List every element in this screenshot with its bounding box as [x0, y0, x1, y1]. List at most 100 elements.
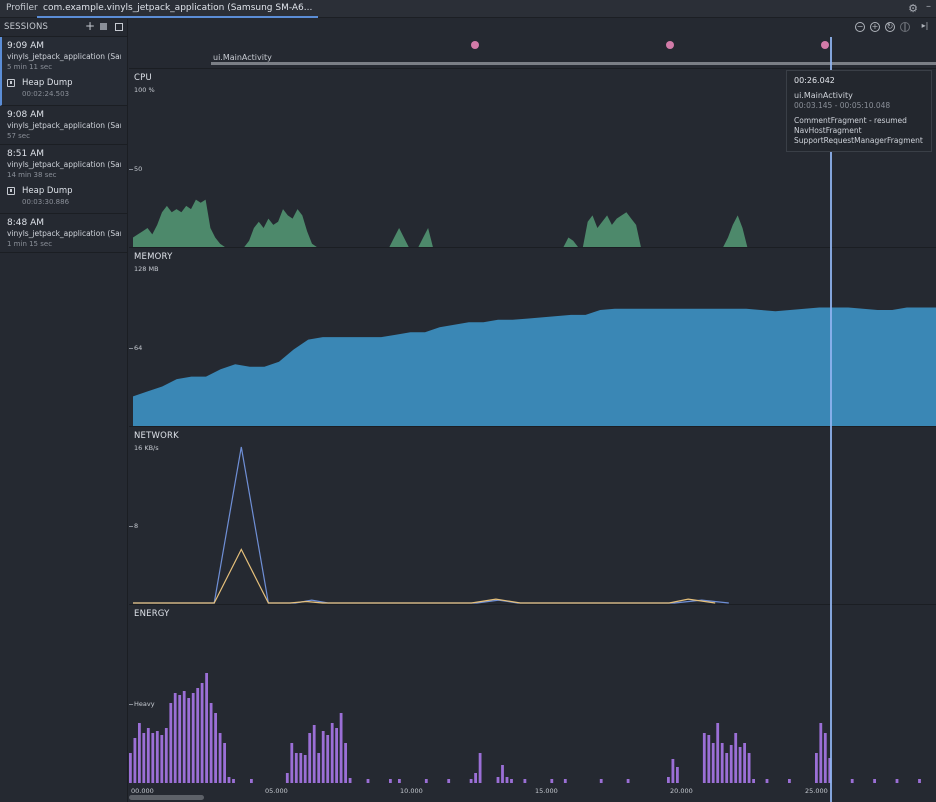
artifact-title: Heap Dump [22, 186, 73, 196]
energy-bar [312, 725, 316, 783]
energy-bar [734, 733, 738, 783]
energy-bar [164, 728, 168, 783]
energy-bar [196, 688, 200, 783]
event-marker[interactable] [471, 41, 479, 49]
energy-bar [819, 723, 823, 783]
energy-bar [308, 733, 312, 783]
energy-bar [303, 755, 307, 783]
energy-bar [707, 735, 711, 783]
session-tab[interactable]: com.example.vinyls_jetpack_application (… [37, 0, 319, 18]
energy-bar [191, 693, 195, 783]
energy-bar [133, 738, 137, 783]
pause-icon[interactable]: ‖ [900, 22, 910, 32]
activity-bar[interactable] [211, 62, 936, 65]
energy-bar [285, 773, 289, 783]
energy-bar [146, 728, 150, 783]
add-session-icon[interactable]: + [85, 20, 95, 32]
time-tick-label: 05.000 [265, 787, 288, 795]
energy-bar [469, 779, 473, 783]
session-item[interactable]: 9:08 AM vinyls_jetpack_application (Sam.… [0, 106, 127, 145]
energy-bar [823, 733, 827, 783]
energy-bar [299, 753, 303, 783]
time-tick-label: 15.000 [535, 787, 558, 795]
energy-bar [501, 765, 504, 783]
energy-bar [523, 779, 527, 783]
zoom-out-icon[interactable]: − [855, 22, 865, 32]
tooltip-fragment: CommentFragment - resumed [794, 116, 907, 125]
session-name: vinyls_jetpack_application (Sams... [7, 52, 121, 61]
network-mid-tick [129, 526, 133, 527]
memory-title: MEMORY [134, 252, 173, 262]
energy-heavy-label: Heavy [134, 700, 155, 708]
session-time: 9:09 AM [7, 41, 44, 51]
network-lane[interactable]: NETWORK 16 KB/s 8 [129, 427, 936, 605]
time-tick-label: 20.000 [670, 787, 693, 795]
event-marker[interactable] [666, 41, 674, 49]
energy-bar [725, 753, 729, 783]
energy-bar [389, 779, 392, 783]
session-time: 8:48 AM [7, 218, 44, 228]
energy-lane[interactable]: ENERGY Heavy [129, 605, 936, 785]
zoom-in-icon[interactable]: + [870, 22, 880, 32]
session-item[interactable]: 8:51 AM vinyls_jetpack_application (Sam.… [0, 145, 127, 214]
energy-bar [850, 779, 854, 783]
network-mid-label: 8 [134, 522, 139, 530]
time-tick-label: 00.000 [131, 787, 154, 795]
memory-chart [133, 307, 936, 426]
energy-bar [478, 753, 482, 783]
heap-dump-artifact[interactable]: Heap Dump 00:03:30.886 [7, 182, 121, 210]
time-tick-label: 10.000 [400, 787, 423, 795]
energy-bar [788, 779, 791, 783]
session-item[interactable]: 8:48 AM vinyls_jetpack_application (Sam.… [0, 214, 127, 253]
artifact-time: 00:03:30.886 [22, 198, 70, 206]
cpu-max-label: 100 % [134, 86, 155, 94]
network-title: NETWORK [134, 431, 179, 441]
gear-icon[interactable]: ⚙ [908, 2, 918, 15]
reset-zoom-icon[interactable]: ↻ [885, 22, 895, 32]
network-sent-line [133, 548, 716, 604]
go-live-icon[interactable]: ▸| [920, 22, 930, 32]
cpu-title: CPU [134, 73, 152, 83]
heap-dump-icon [7, 187, 15, 195]
energy-bar [330, 723, 334, 783]
energy-bar [752, 779, 755, 783]
energy-heavy-tick [129, 704, 133, 705]
energy-bar [667, 777, 670, 783]
tooltip-time: 00:26.042 [794, 76, 835, 85]
energy-bar [676, 767, 679, 783]
timeline-scrollbar[interactable] [129, 795, 204, 800]
heap-dump-artifact[interactable]: Heap Dump 00:02:24.503 [7, 74, 121, 102]
energy-bar [720, 743, 724, 783]
memory-mid-tick [129, 348, 133, 349]
session-duration: 14 min 38 sec [7, 171, 57, 179]
event-timeline: ui.MainActivity [129, 37, 936, 69]
energy-bar [151, 733, 155, 783]
session-item[interactable]: 9:09 AM vinyls_jetpack_application (Sams… [0, 37, 127, 106]
sessions-title: SESSIONS [4, 22, 49, 32]
sessions-sidebar: SESSIONS + 9:09 AM vinyls_jetpack_applic… [0, 19, 128, 802]
collapse-panel-icon[interactable] [115, 23, 123, 31]
energy-bar [918, 779, 921, 783]
network-received-line [133, 446, 729, 604]
session-name: vinyls_jetpack_application (Sam... [7, 121, 121, 130]
event-marker[interactable] [821, 41, 829, 49]
energy-bar [447, 779, 451, 783]
energy-bar [711, 743, 715, 783]
energy-bar [348, 778, 352, 783]
artifact-title: Heap Dump [22, 78, 73, 88]
minimize-icon[interactable]: – [926, 1, 931, 12]
energy-bar [218, 733, 222, 783]
timeline-tooltip: 00:26.042 ui.MainActivity 00:03.145 - 00… [786, 70, 932, 152]
energy-bar [510, 779, 513, 783]
session-duration: 1 min 15 sec [7, 240, 53, 248]
network-max-label: 16 KB/s [134, 444, 159, 452]
stop-session-icon[interactable] [100, 23, 107, 30]
time-tick-label: 25.000 [805, 787, 828, 795]
memory-max-label: 128 MB [134, 265, 159, 273]
energy-bar [729, 745, 733, 783]
memory-lane[interactable]: MEMORY 128 MB 64 [129, 248, 936, 427]
energy-bar [187, 698, 191, 783]
energy-bar [232, 779, 235, 783]
energy-bar [496, 777, 500, 783]
energy-bar [895, 779, 899, 783]
